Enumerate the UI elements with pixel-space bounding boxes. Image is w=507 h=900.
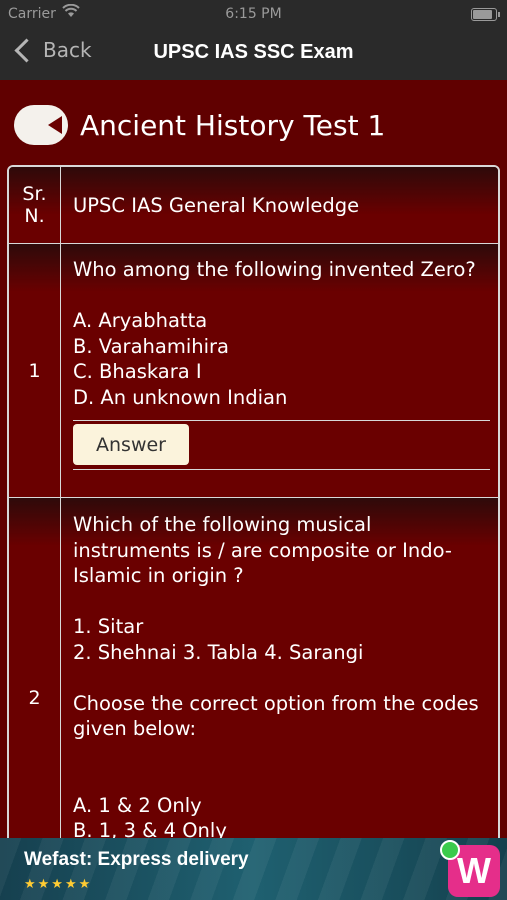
sr-no-header: Sr. N. <box>9 167 61 243</box>
question-cell: Which of the following musical instrumen… <box>61 498 498 883</box>
answer-bar: Answer <box>73 420 490 470</box>
question-cell: Who among the following invented Zero? A… <box>61 244 498 497</box>
question-line <box>73 665 498 691</box>
table-header-row: Sr. N. UPSC IAS General Knowledge <box>9 167 498 244</box>
table-row: 1 Who among the following invented Zero?… <box>9 244 498 498</box>
battery-icon <box>471 8 500 21</box>
question-line: Who among the following invented Zero? <box>73 258 476 281</box>
option-line: C. Bhaskara I <box>73 360 202 383</box>
question-line: given below: <box>73 717 197 740</box>
row-number: 1 <box>9 244 61 497</box>
question-line: Choose the correct option from the codes <box>73 691 479 715</box>
ad-rating-stars: ★★★★★ <box>24 877 93 892</box>
question-line: 1. Sitar <box>73 615 144 638</box>
row-number: 2 <box>9 498 61 883</box>
test-heading: Ancient History Test 1 <box>14 105 385 145</box>
questions-table: Sr. N. UPSC IAS General Knowledge 1 Who … <box>7 165 500 885</box>
question-line: Which of the following musical <box>73 513 372 536</box>
speaker-toggle-icon[interactable] <box>14 105 68 145</box>
question-line <box>73 283 498 309</box>
option-line: B. Varahamihira <box>73 334 229 358</box>
subject-header: UPSC IAS General Knowledge <box>73 193 360 217</box>
table-row: 2 Which of the following musical instrum… <box>9 498 498 883</box>
question-line: instruments is / are composite or Indo- <box>73 538 452 562</box>
ad-banner[interactable]: Wefast: Express delivery ★★★★★ W <box>0 838 507 900</box>
nav-title: UPSC IAS SSC Exam <box>153 41 354 63</box>
navigation-bar: Back UPSC IAS SSC Exam <box>0 28 507 80</box>
option-line: D. An unknown Indian <box>73 385 288 409</box>
answer-button[interactable]: Answer <box>73 424 189 465</box>
question-line: 2. Shehnai 3. Tabla 4. Sarangi <box>73 640 364 664</box>
question-line <box>73 767 498 793</box>
option-line: A. 1 & 2 Only <box>73 793 202 817</box>
question-line: Islamic in origin ? <box>73 564 244 587</box>
ad-title: Wefast: Express delivery <box>24 849 249 870</box>
question-line <box>73 742 498 768</box>
ad-badge-icon <box>440 840 460 860</box>
option-line: A. Aryabhatta <box>73 309 208 332</box>
status-bar: Carrier 6:15 PM <box>0 0 507 28</box>
test-title: Ancient History Test 1 <box>80 108 386 142</box>
question-line <box>73 589 498 615</box>
clock: 6:15 PM <box>225 6 282 22</box>
